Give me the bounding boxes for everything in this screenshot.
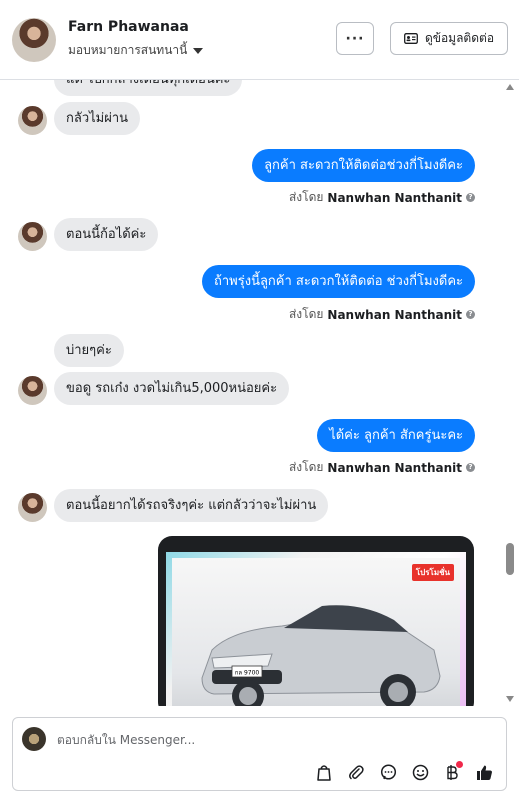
license-plate: กล 9700 xyxy=(235,670,260,677)
message-incoming[interactable]: กลัวไม่ผ่าน xyxy=(54,102,141,135)
view-contact-label: ดูข้อมูลติดต่อ xyxy=(424,31,495,45)
reply-composer xyxy=(12,717,507,791)
attachment-icon[interactable] xyxy=(344,760,368,784)
car-illustration: กล 9700 xyxy=(201,605,441,706)
assign-label: มอบหมายการสนทนานี้ xyxy=(68,43,188,57)
page-avatar xyxy=(22,727,46,751)
message-incoming[interactable]: ตอนนี้อยากได้รถจริงๆค่ะ แต่กลัวว่าจะไม่ผ… xyxy=(54,489,329,522)
sent-by-label: ส่งโดย Nanwhan Nanthanit ? xyxy=(289,458,475,477)
sent-by-prefix: ส่งโดย xyxy=(288,460,324,474)
thumbs-up-icon[interactable] xyxy=(472,760,496,784)
message-incoming[interactable]: บ่ายๆค่ะ xyxy=(54,334,124,367)
composer-toolbar xyxy=(312,760,496,784)
contact-card-icon xyxy=(404,33,418,44)
reply-input[interactable] xyxy=(57,729,477,751)
message-outgoing[interactable]: ได้ค่ะ ลูกค้า สักครู่นะคะ xyxy=(317,419,475,452)
message-thread: แต่ ไปกกลางเดือนทุกเดือนค่ะ กลัวไม่ผ่าน … xyxy=(0,80,519,706)
contact-name[interactable]: Farn Phawanaa xyxy=(68,19,189,35)
message-outgoing[interactable]: ถ้าพรุ่งนี้ลูกค้า สะดวกให้ติดต่อ ช่วงกี่… xyxy=(202,265,475,298)
sent-by-prefix: ส่งโดย xyxy=(288,307,324,321)
sender-name: Nanwhan Nanthanit xyxy=(327,307,462,322)
car-image-attachment[interactable]: โปรโมชั่น กล 9700 xyxy=(158,536,474,706)
info-icon[interactable]: ? xyxy=(466,193,475,202)
sent-by-label: ส่งโดย Nanwhan Nanthanit ? xyxy=(289,305,475,324)
message-incoming[interactable]: แต่ ไปกกลางเดือนทุกเดือนค่ะ xyxy=(54,80,243,96)
notification-dot xyxy=(456,761,463,768)
bag-icon[interactable] xyxy=(312,760,336,784)
baht-icon[interactable] xyxy=(440,760,464,784)
conversation-header: Farn Phawanaa มอบหมายการสนทนานี้ ··· ดูข… xyxy=(0,0,519,80)
sent-by-prefix: ส่งโดย xyxy=(288,190,324,204)
chat-icon[interactable] xyxy=(376,760,400,784)
more-options-button[interactable]: ··· xyxy=(336,22,374,55)
sender-avatar xyxy=(18,493,47,522)
sender-name: Nanwhan Nanthanit xyxy=(327,190,462,205)
info-icon[interactable]: ? xyxy=(466,463,475,472)
scrollbar-thumb[interactable] xyxy=(506,543,514,575)
message-incoming[interactable]: ตอนนี้ก้อได้ค่ะ xyxy=(54,218,159,251)
view-contact-button[interactable]: ดูข้อมูลติดต่อ xyxy=(390,22,508,55)
sender-avatar xyxy=(18,222,47,251)
message-incoming[interactable]: ขอดู รถเก๋ง งวดไม่เกิน5,000หน่อยค่ะ xyxy=(54,372,290,405)
message-outgoing[interactable]: ลูกค้า สะดวกให้ติดต่อช่วงกี่โมงดีคะ xyxy=(252,149,475,182)
messenger-panel: Farn Phawanaa มอบหมายการสนทนานี้ ··· ดูข… xyxy=(0,0,519,798)
caret-down-icon xyxy=(193,47,204,54)
sent-by-label: ส่งโดย Nanwhan Nanthanit ? xyxy=(289,188,475,207)
thread-scrollbar[interactable] xyxy=(503,80,517,706)
car-photo: โปรโมชั่น กล 9700 xyxy=(172,558,460,706)
emoji-icon[interactable] xyxy=(408,760,432,784)
sender-name: Nanwhan Nanthanit xyxy=(327,460,462,475)
scroll-down-arrow-icon[interactable] xyxy=(506,696,514,702)
assign-conversation-dropdown[interactable]: มอบหมายการสนทนานี้ xyxy=(68,41,204,60)
info-icon[interactable]: ? xyxy=(466,310,475,319)
sender-avatar xyxy=(18,376,47,405)
sender-avatar xyxy=(18,106,47,135)
car-photo-frame: โปรโมชั่น กล 9700 xyxy=(166,552,466,706)
contact-avatar[interactable] xyxy=(12,18,56,62)
scroll-up-arrow-icon[interactable] xyxy=(506,84,514,90)
